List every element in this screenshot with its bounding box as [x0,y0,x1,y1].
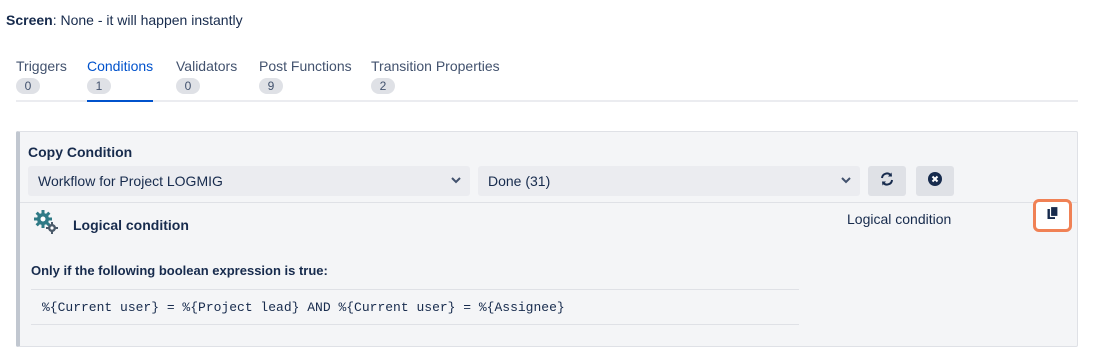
screen-info: Screen: None - it will happen instantly [6,12,243,28]
refresh-button[interactable] [868,166,906,196]
tab-label: Triggers [16,58,67,74]
tab-label: Post Functions [259,58,352,74]
tab-label: Conditions [87,58,154,74]
copy-icon [1047,205,1059,225]
workflow-select-value: Workflow for Project LOGMIG [38,173,223,189]
expression-title: Only if the following boolean expression… [31,263,328,278]
copy-condition-button[interactable] [1033,199,1072,232]
tab-count-badge: 2 [371,78,395,94]
clear-icon [927,171,943,192]
boolean-expression: %{Current user} = %{Project lead} AND %{… [31,289,799,325]
clear-button[interactable] [916,166,954,196]
refresh-icon [879,171,895,192]
gears-icon [32,208,60,236]
chevron-down-icon [840,172,852,191]
tab-label: Validators [176,58,238,74]
condition-type: Logical condition [847,211,952,227]
tab-post-functions[interactable]: Post Functions 9 [259,58,352,100]
copy-condition-title: Copy Condition [28,144,133,160]
tab-transition-properties[interactable]: Transition Properties 2 [371,58,500,100]
transition-select-value: Done (31) [488,173,551,189]
transition-tabs: Triggers 0 Conditions 1 Validators 0 Pos… [16,58,1078,102]
tab-count-badge: 9 [259,78,283,94]
workflow-select[interactable]: Workflow for Project LOGMIG [28,166,470,196]
tab-count-badge: 0 [16,78,40,94]
tab-validators[interactable]: Validators 0 [176,58,237,100]
divider [20,202,1077,203]
tab-conditions[interactable]: Conditions 1 [87,58,154,102]
tab-triggers[interactable]: Triggers 0 [16,58,67,100]
screen-value: : None - it will happen instantly [52,12,243,28]
tab-label: Transition Properties [371,58,500,74]
chevron-down-icon [450,172,462,191]
tab-count-badge: 0 [176,78,200,94]
screen-label: Screen [6,12,53,28]
transition-select[interactable]: Done (31) [478,166,860,196]
condition-panel: Copy Condition Workflow for Project LOGM… [16,131,1078,347]
tab-count-badge: 1 [87,78,111,94]
condition-name: Logical condition [73,217,189,233]
